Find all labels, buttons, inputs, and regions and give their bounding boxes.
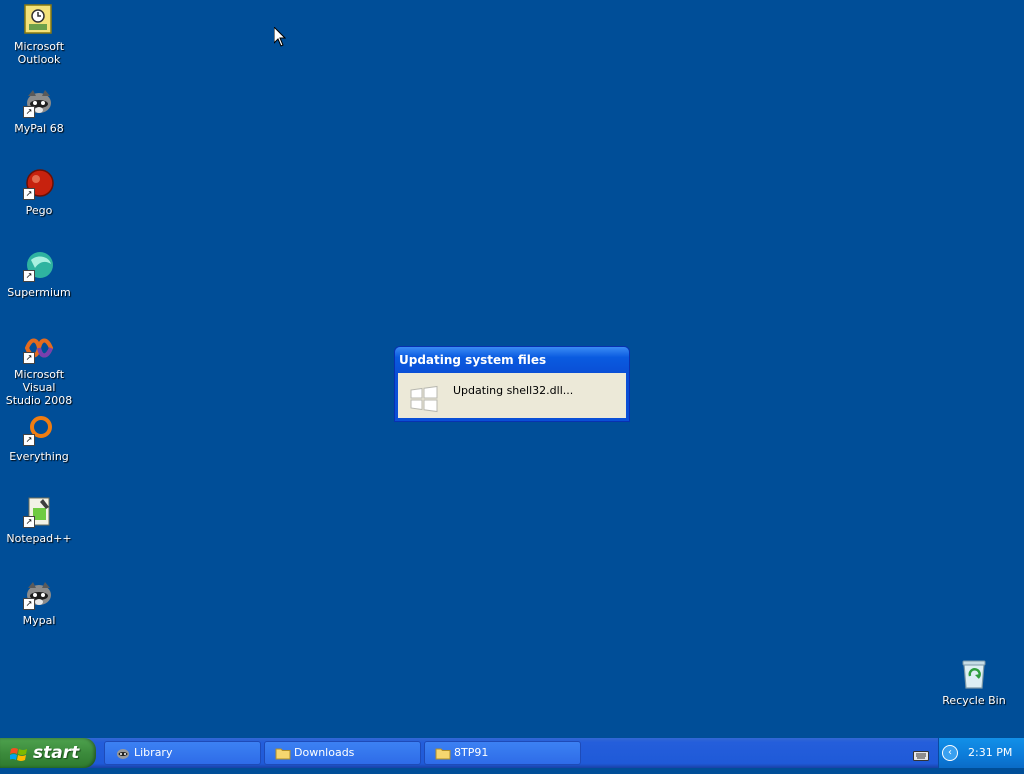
dialog-message: Updating shell32.dll... (453, 384, 574, 397)
taskbar-button-library[interactable]: Library (104, 741, 261, 765)
desktop-icon-label: Pego (25, 204, 53, 217)
supermium-icon: ↗ (23, 250, 55, 282)
desktop-icon-label: Supermium (7, 286, 71, 299)
taskbar-button-downloads[interactable]: Downloads (264, 741, 421, 765)
outlook-icon (23, 4, 55, 36)
raccoon-icon: ↗ (23, 86, 55, 118)
desktop-icon-recycle-bin[interactable]: Recycle Bin (935, 658, 1013, 707)
desktop-icon-label: Mypal (22, 614, 56, 627)
taskbar-button-label: 8TP91 (454, 746, 489, 759)
shortcut-arrow-icon: ↗ (23, 188, 35, 200)
taskbar-button-label: Downloads (294, 746, 355, 759)
desktop-icon-label: Everything (9, 450, 69, 463)
visual-studio-icon: ↗ (23, 332, 55, 364)
pego-icon: ↗ (23, 168, 55, 200)
desktop-icon-label: Notepad++ (6, 532, 72, 545)
clock[interactable]: 2:31 PM (968, 738, 1012, 768)
taskbar: start Library Downloads 8TP91 ‹ 2:31 PM (0, 738, 1024, 768)
start-button[interactable]: start (0, 738, 96, 768)
shortcut-arrow-icon: ↗ (23, 434, 35, 446)
recycle-bin-icon (958, 658, 990, 690)
shortcut-arrow-icon: ↗ (23, 352, 35, 364)
desktop-icon-mypal[interactable]: ↗ Mypal (0, 578, 78, 627)
desktop-icon-everything[interactable]: ↗ Everything (0, 414, 78, 463)
shortcut-arrow-icon: ↗ (23, 598, 35, 610)
updating-dialog: Updating system files Updating shell32.d… (394, 346, 630, 422)
keyboard-icon[interactable] (913, 747, 929, 761)
desktop-icon-notepad-plus-plus[interactable]: ↗ Notepad++ (0, 496, 78, 545)
desktop-icon-pego[interactable]: ↗ Pego (0, 168, 78, 217)
shortcut-arrow-icon: ↗ (23, 106, 35, 118)
desktop-icon-outlook[interactable]: Microsoft Outlook (0, 4, 78, 66)
desktop-icon-label: Microsoft Visual Studio 2008 (5, 368, 73, 407)
taskbar-button-label: Library (134, 746, 173, 759)
windows-flag-icon (9, 744, 28, 762)
folder-icon (435, 746, 451, 760)
desktop-icon-label: Recycle Bin (942, 694, 1006, 707)
notepad-plus-plus-icon: ↗ (23, 496, 55, 528)
mouse-pointer-icon (273, 25, 287, 51)
shortcut-arrow-icon: ↗ (23, 270, 35, 282)
show-hidden-icons-chevron-icon[interactable]: ‹ (942, 745, 958, 761)
dialog-title[interactable]: Updating system files (395, 347, 629, 373)
shortcut-arrow-icon: ↗ (23, 516, 35, 528)
desktop-icon-label: Microsoft Outlook (13, 40, 65, 66)
taskbar-button-8tp91[interactable]: 8TP91 (424, 741, 581, 765)
system-tray: ‹ 2:31 PM (938, 738, 1024, 768)
raccoon-icon (115, 746, 131, 760)
everything-icon: ↗ (23, 414, 55, 446)
raccoon-icon: ↗ (23, 578, 55, 610)
desktop-icon-visual-studio-2008[interactable]: ↗ Microsoft Visual Studio 2008 (0, 332, 78, 407)
start-label: start (33, 743, 80, 763)
folder-icon (275, 746, 291, 760)
desktop-icon-label: MyPal 68 (14, 122, 64, 135)
windows-logo-icon (410, 385, 438, 413)
desktop-icon-mypal-68[interactable]: ↗ MyPal 68 (0, 86, 78, 135)
dialog-content: Updating shell32.dll... (398, 373, 626, 418)
desktop-icon-supermium[interactable]: ↗ Supermium (0, 250, 78, 299)
